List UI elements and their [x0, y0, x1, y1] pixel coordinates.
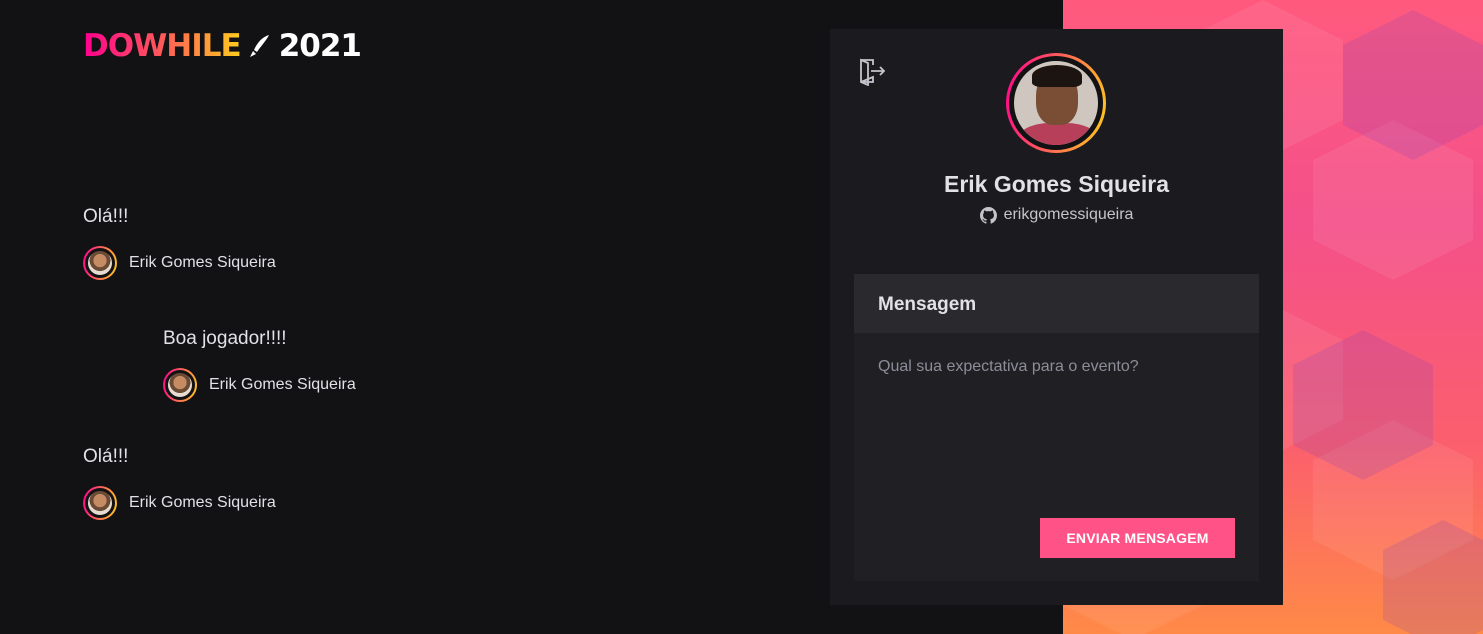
message-author: Erik Gomes Siqueira — [163, 368, 356, 402]
github-username: erikgomessiqueira — [1003, 206, 1134, 223]
logo-dowhile-text: DOWHILE — [83, 28, 242, 64]
message-item: Olá!!! Erik Gomes Siqueira — [83, 445, 276, 520]
message-text: Boa jogador!!!! — [163, 328, 287, 349]
profile-name: Erik Gomes Siqueira — [944, 171, 1169, 197]
author-name: Erik Gomes Siqueira — [129, 494, 276, 511]
message-text: Olá!!! — [83, 206, 129, 227]
github-icon — [979, 206, 997, 224]
author-name: Erik Gomes Siqueira — [129, 254, 276, 271]
author-name: Erik Gomes Siqueira — [209, 376, 356, 393]
rocket-icon — [249, 35, 269, 57]
send-message-card: Erik Gomes Siqueira erikgomessiqueira Me… — [830, 29, 1283, 605]
profile-avatar — [1006, 53, 1106, 153]
message-form: Mensagem ENVIAR MENSAGEM — [854, 274, 1259, 581]
message-input[interactable] — [878, 358, 1235, 498]
send-message-button[interactable]: ENVIAR MENSAGEM — [1040, 518, 1235, 558]
message-author: Erik Gomes Siqueira — [83, 486, 276, 520]
logo-year: 2021 — [278, 28, 362, 64]
logo: DOWHILE 2021 — [83, 28, 362, 64]
avatar — [163, 368, 197, 402]
page: DOWHILE 2021 Olá!!! Erik Gomes Siqueira … — [0, 0, 1483, 634]
message-text: Olá!!! — [83, 446, 129, 467]
github-profile: erikgomessiqueira — [830, 206, 1283, 224]
message-author: Erik Gomes Siqueira — [83, 246, 276, 280]
avatar — [83, 246, 117, 280]
sign-out-icon — [860, 58, 886, 87]
form-title: Mensagem — [854, 274, 1259, 333]
avatar — [83, 486, 117, 520]
sign-out-button[interactable] — [857, 56, 887, 87]
message-item: Olá!!! Erik Gomes Siqueira — [83, 205, 276, 280]
message-item: Boa jogador!!!! Erik Gomes Siqueira — [163, 327, 356, 402]
